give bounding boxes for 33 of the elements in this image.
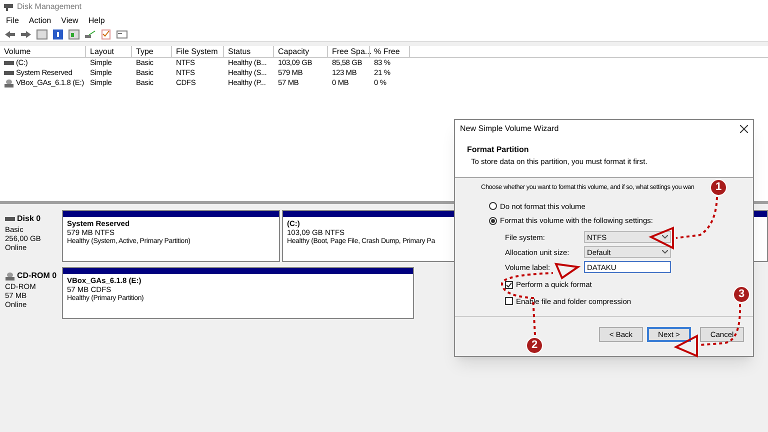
disk-name: Disk 0 (17, 213, 41, 225)
column-header[interactable]: Layout (86, 46, 132, 57)
column-header[interactable]: Type (132, 46, 172, 57)
chevron-down-icon (662, 250, 668, 254)
forward-arrow-icon[interactable] (20, 28, 32, 40)
cd-drive-icon (4, 78, 14, 88)
column-header[interactable]: Status (224, 46, 274, 57)
annotation-arrow (674, 304, 742, 358)
window-title: Disk Management (17, 1, 82, 13)
chevron-down-icon (662, 235, 668, 240)
properties-icon[interactable] (116, 28, 128, 40)
connect-icon[interactable] (84, 28, 96, 40)
dialog-title: New Simple Volume Wizard (460, 123, 559, 135)
checkmark-icon (506, 282, 512, 288)
disk-management-icon (4, 3, 13, 11)
column-header[interactable]: % Free (370, 46, 410, 57)
drive-icon (5, 217, 15, 221)
disk-name: CD-ROM 0 (17, 270, 57, 282)
checklist-icon[interactable] (100, 28, 112, 40)
menu-item[interactable]: Help (88, 14, 105, 26)
column-header[interactable]: File System (172, 46, 224, 57)
back-arrow-icon[interactable] (4, 28, 16, 40)
column-header[interactable]: Capacity (274, 46, 328, 57)
dialog-heading: Format Partition (467, 144, 530, 156)
cd-drive-icon (5, 272, 15, 280)
column-header[interactable]: Free Spa... (328, 46, 370, 57)
close-icon[interactable] (740, 125, 748, 133)
column-header[interactable]: Volume (0, 46, 86, 57)
menu-item[interactable]: File (6, 14, 19, 26)
panel-icon[interactable] (36, 28, 48, 40)
menu-item[interactable]: View (61, 14, 78, 26)
panel-icon[interactable] (68, 28, 80, 40)
menu-item[interactable]: Action (28, 14, 52, 26)
